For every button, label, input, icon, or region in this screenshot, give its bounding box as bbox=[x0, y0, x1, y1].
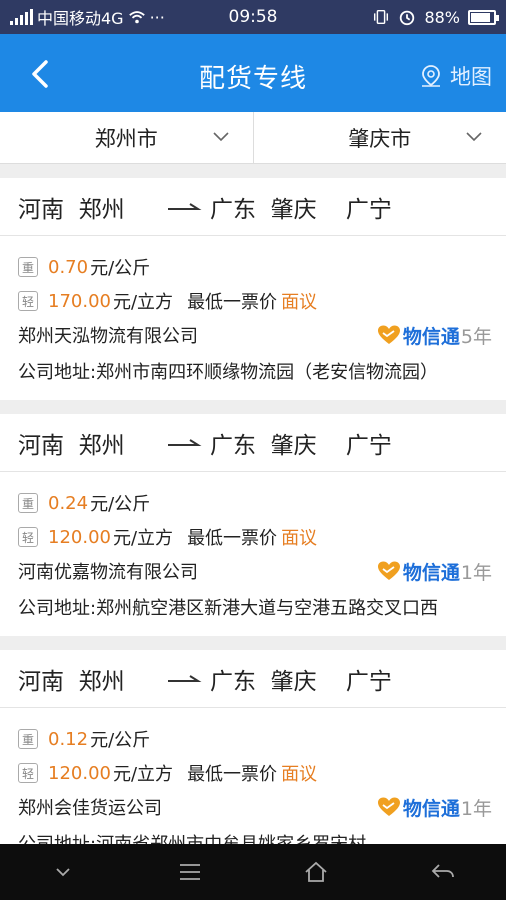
volume-tag-icon: 轻 bbox=[18, 527, 38, 547]
min-price-value: 面议 bbox=[281, 528, 318, 549]
map-button[interactable]: 地图 bbox=[420, 61, 492, 91]
volume-unit: 元/立方 bbox=[112, 764, 174, 785]
menu-icon bbox=[179, 864, 200, 880]
volume-price-row: 轻 170.00 元/立方 最低一票价 面议 bbox=[18, 284, 488, 318]
weight-price-row: 重 0.12 元/公斤 bbox=[18, 722, 488, 756]
min-price-value: 面议 bbox=[281, 764, 318, 785]
nav-back-button[interactable] bbox=[423, 852, 463, 892]
route-arrow-icon bbox=[168, 438, 202, 446]
heart-handshake-icon bbox=[377, 325, 400, 344]
weight-price: 0.12 bbox=[48, 728, 89, 750]
company-name-text: 郑州会佳货运公司 bbox=[18, 798, 162, 819]
volume-tag-icon: 轻 bbox=[18, 291, 38, 311]
badge-brand: 物信通 bbox=[402, 561, 460, 584]
membership-badge: 物信通 5年 bbox=[377, 322, 492, 349]
battery-percent: 88% bbox=[424, 7, 460, 27]
volume-price-row: 轻 120.00 元/立方 最低一票价 面议 bbox=[18, 756, 488, 790]
map-pin-icon bbox=[422, 65, 440, 87]
min-price-label: 最低一票价 bbox=[187, 764, 278, 785]
carrier-label: 中国移动4G bbox=[37, 9, 124, 28]
route-origin: 河南 郑州 bbox=[18, 196, 125, 223]
route-arrow-icon bbox=[168, 674, 202, 682]
nav-menu-button[interactable] bbox=[170, 852, 210, 892]
route-row: 河南 郑州 广东 肇庆 广宁 bbox=[0, 414, 506, 472]
system-nav-bar bbox=[0, 844, 506, 900]
battery-icon bbox=[468, 9, 499, 25]
signal-icon bbox=[10, 9, 33, 25]
badge-brand: 物信通 bbox=[402, 325, 460, 348]
filter-bar: 郑州市 肇庆市 bbox=[0, 112, 506, 164]
membership-badge: 物信通 1年 bbox=[377, 558, 492, 585]
weight-price: 0.70 bbox=[48, 256, 89, 278]
company-address: 公司地址:郑州市南四环顺缘物流园（老安信物流园） bbox=[18, 362, 439, 383]
listing-list: 河南 郑州 广东 肇庆 广宁 重 0.70 元/公斤 轻 170.00 元/立方… bbox=[0, 178, 506, 886]
min-price-label: 最低一票价 bbox=[187, 528, 278, 549]
wifi-icon bbox=[128, 11, 145, 24]
badge-years: 5年 bbox=[460, 325, 492, 348]
min-price-value: 面议 bbox=[281, 292, 318, 313]
route-origin: 河南 郑州 bbox=[18, 668, 125, 695]
nav-home-button[interactable] bbox=[296, 852, 336, 892]
listing-info: 重 0.70 元/公斤 轻 170.00 元/立方 最低一票价 面议 郑州天泓物… bbox=[0, 236, 506, 400]
badge-brand: 物信通 bbox=[402, 797, 460, 820]
weight-price-row: 重 0.24 元/公斤 bbox=[18, 486, 488, 520]
map-button-label: 地图 bbox=[450, 65, 492, 89]
chevron-down-icon bbox=[466, 132, 482, 142]
status-bar: 中国移动4G ··· 09:58 88% bbox=[0, 0, 506, 34]
battery-fill bbox=[471, 12, 491, 22]
weight-unit: 元/公斤 bbox=[90, 494, 151, 515]
route-destination: 广东 肇庆 广宁 bbox=[210, 432, 392, 459]
list-item[interactable]: 河南 郑州 广东 肇庆 广宁 重 0.12 元/公斤 轻 120.00 元/立方… bbox=[0, 650, 506, 872]
chevron-down-icon bbox=[212, 132, 229, 142]
weight-unit: 元/公斤 bbox=[90, 258, 151, 279]
route-destination: 广东 肇庆 广宁 bbox=[210, 668, 392, 695]
listing-info: 重 0.24 元/公斤 轻 120.00 元/立方 最低一票价 面议 河南优嘉物… bbox=[0, 472, 506, 636]
nav-collapse-button[interactable] bbox=[43, 852, 83, 892]
weight-tag-icon: 重 bbox=[18, 493, 38, 513]
volume-unit: 元/立方 bbox=[112, 292, 174, 313]
badge-years: 1年 bbox=[460, 797, 492, 820]
company-name-text: 河南优嘉物流有限公司 bbox=[18, 562, 198, 583]
route-origin: 河南 郑州 bbox=[18, 432, 125, 459]
company-address: 公司地址:郑州航空港区新港大道与空港五路交叉口西 bbox=[18, 598, 439, 619]
company-name: 郑州天泓物流有限公司 物信通 5年 bbox=[18, 318, 492, 352]
list-item[interactable]: 河南 郑州 广东 肇庆 广宁 重 0.70 元/公斤 轻 170.00 元/立方… bbox=[0, 178, 506, 400]
app-header: 配货专线 地图 bbox=[0, 34, 506, 112]
volume-unit: 元/立方 bbox=[112, 528, 174, 549]
route-destination: 广东 肇庆 广宁 bbox=[210, 196, 392, 223]
heart-handshake-icon bbox=[377, 561, 400, 580]
destination-filter-label: 肇庆市 bbox=[348, 126, 412, 151]
weight-price-row: 重 0.70 元/公斤 bbox=[18, 250, 488, 284]
min-price-label: 最低一票价 bbox=[187, 292, 278, 313]
destination-filter[interactable]: 肇庆市 bbox=[252, 112, 506, 163]
home-icon bbox=[305, 861, 327, 882]
more-dots: ··· bbox=[149, 7, 165, 27]
route-row: 河南 郑州 广东 肇庆 广宁 bbox=[0, 178, 506, 236]
weight-tag-icon: 重 bbox=[18, 729, 38, 749]
list-item[interactable]: 河南 郑州 广东 肇庆 广宁 重 0.24 元/公斤 轻 120.00 元/立方… bbox=[0, 414, 506, 636]
volume-tag-icon: 轻 bbox=[18, 763, 38, 783]
membership-badge: 物信通 1年 bbox=[377, 794, 492, 821]
vibrate-icon bbox=[374, 9, 389, 25]
company-name-text: 郑州天泓物流有限公司 bbox=[18, 326, 198, 347]
badge-years: 1年 bbox=[460, 561, 492, 584]
route-row: 河南 郑州 广东 肇庆 广宁 bbox=[0, 650, 506, 708]
weight-tag-icon: 重 bbox=[18, 257, 38, 277]
volume-price: 170.00 bbox=[48, 290, 111, 312]
alarm-icon bbox=[400, 10, 415, 26]
company-name: 河南优嘉物流有限公司 物信通 1年 bbox=[18, 554, 492, 588]
origin-filter-label: 郑州市 bbox=[94, 126, 158, 151]
chevron-down-icon bbox=[56, 868, 70, 877]
weight-unit: 元/公斤 bbox=[90, 730, 151, 751]
route-arrow-icon bbox=[168, 202, 202, 210]
volume-price: 120.00 bbox=[48, 762, 111, 784]
weight-price: 0.24 bbox=[48, 492, 89, 514]
back-arrow-icon bbox=[431, 864, 454, 878]
volume-price-row: 轻 120.00 元/立方 最低一票价 面议 bbox=[18, 520, 488, 554]
company-name: 郑州会佳货运公司 物信通 1年 bbox=[18, 790, 492, 824]
volume-price: 120.00 bbox=[48, 526, 111, 548]
heart-handshake-icon bbox=[377, 797, 400, 816]
origin-filter[interactable]: 郑州市 bbox=[0, 112, 253, 163]
